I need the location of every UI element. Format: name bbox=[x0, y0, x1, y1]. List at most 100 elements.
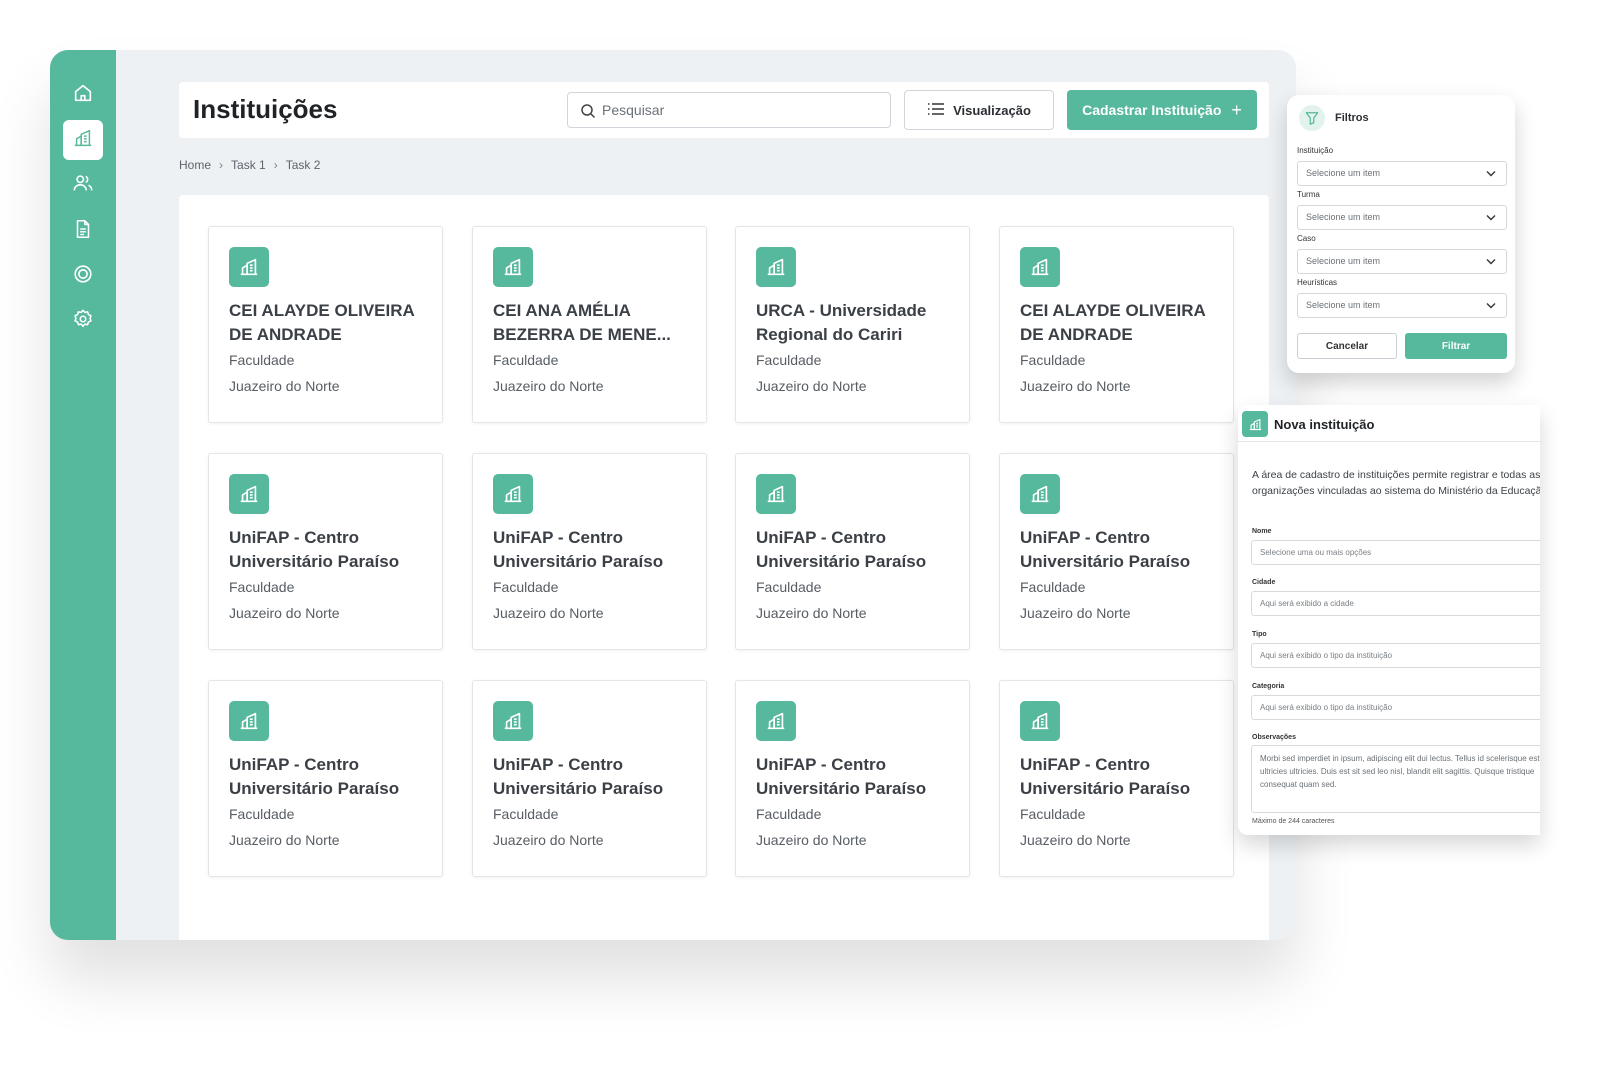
institution-name: UniFAP - Centro Universitário Paraíso bbox=[756, 528, 927, 571]
institution-type: Faculdade bbox=[756, 352, 822, 368]
type-field[interactable]: Aqui será exibido o tipo da instituição bbox=[1251, 643, 1540, 668]
new-institution-panel: Nova instituição A área de cadastro de i… bbox=[1238, 405, 1540, 835]
institution-type: Faculdade bbox=[756, 806, 822, 822]
sidebar-item-institutions[interactable] bbox=[63, 120, 103, 160]
home-icon bbox=[72, 82, 94, 109]
filter-select-value: Selecione um item bbox=[1306, 212, 1381, 222]
building-icon bbox=[229, 474, 269, 514]
search-box[interactable] bbox=[567, 92, 891, 128]
institution-name: UniFAP - Centro Universitário Paraíso bbox=[493, 755, 664, 798]
institution-type: Faculdade bbox=[229, 806, 295, 822]
breadcrumb-item-task1[interactable]: Task 1 bbox=[231, 158, 266, 172]
building-icon bbox=[1242, 411, 1268, 437]
filter-select-class[interactable]: Selecione um item bbox=[1297, 205, 1507, 230]
sidebar-item-documents[interactable] bbox=[63, 211, 103, 251]
institution-card[interactable]: URCA - Universidade Regional do Cariri Fa… bbox=[735, 226, 970, 423]
filter-header: Filtros bbox=[1299, 105, 1369, 131]
filter-label-class: Turma bbox=[1297, 190, 1320, 199]
name-field[interactable]: Selecione uma ou mais opções bbox=[1251, 540, 1540, 565]
page-title: Instituições bbox=[193, 94, 338, 124]
gear-icon bbox=[72, 308, 94, 335]
institution-type: Faculdade bbox=[229, 579, 295, 595]
institution-card[interactable]: UniFAP - Centro Universitário Paraíso Fac… bbox=[999, 680, 1234, 877]
institution-card[interactable]: UniFAP - Centro Universitário Paraíso Fac… bbox=[735, 680, 970, 877]
new-institution-header: Nova instituição bbox=[1242, 411, 1374, 437]
breadcrumb-item-task2[interactable]: Task 2 bbox=[286, 158, 321, 172]
filter-select-heuristics[interactable]: Selecione um item bbox=[1297, 293, 1507, 318]
institution-type: Faculdade bbox=[1020, 579, 1086, 595]
institution-card[interactable]: UniFAP - Centro Universitário Paraíso Fac… bbox=[735, 453, 970, 650]
chevron-down-icon bbox=[1486, 259, 1496, 265]
city-label: Cidade bbox=[1252, 579, 1276, 586]
filter-label-heuristics: Heurísticas bbox=[1297, 278, 1338, 287]
filter-cancel-button[interactable]: Cancelar bbox=[1297, 333, 1397, 359]
breadcrumb-item-home[interactable]: Home bbox=[179, 158, 211, 172]
type-label: Tipo bbox=[1252, 631, 1267, 638]
institution-type: Faculdade bbox=[229, 352, 295, 368]
chevron-down-icon bbox=[1486, 303, 1496, 309]
name-label: Nome bbox=[1252, 528, 1272, 535]
building-icon bbox=[1020, 247, 1060, 287]
view-mode-label: Visualização bbox=[953, 102, 1031, 118]
filter-icon bbox=[1299, 105, 1325, 131]
view-mode-button[interactable]: Visualização bbox=[904, 90, 1054, 130]
sidebar-item-target[interactable] bbox=[63, 256, 103, 296]
institution-city: Juazeiro do Norte bbox=[1020, 378, 1131, 394]
chevron-right-icon: › bbox=[219, 158, 224, 172]
institution-type: Faculdade bbox=[756, 579, 822, 595]
institution-card[interactable]: CEI ALAYDE OLIVEIRA DE ANDRADE Faculdade J… bbox=[999, 226, 1234, 423]
building-icon bbox=[1020, 474, 1060, 514]
search-input[interactable] bbox=[602, 93, 882, 127]
institution-card[interactable]: UniFAP - Centro Universitário Paraíso Fac… bbox=[999, 453, 1234, 650]
institution-city: Juazeiro do Norte bbox=[229, 605, 340, 621]
building-icon bbox=[493, 474, 533, 514]
filter-title: Filtros bbox=[1335, 112, 1369, 124]
document-icon bbox=[72, 218, 94, 245]
filter-label-case: Caso bbox=[1297, 234, 1316, 243]
institution-card[interactable]: UniFAP - Centro Universitário Paraíso Fac… bbox=[208, 680, 443, 877]
sidebar-item-users[interactable] bbox=[63, 165, 103, 205]
breadcrumb: Home › Task 1 › Task 2 bbox=[179, 158, 320, 172]
sidebar-item-home[interactable] bbox=[63, 75, 103, 115]
institution-name: CEI ALAYDE OLIVEIRA DE ANDRADE bbox=[1020, 301, 1206, 344]
add-institution-label: Cadastrar Instituição bbox=[1082, 102, 1222, 118]
institution-name: UniFAP - Centro Universitário Paraíso bbox=[1020, 528, 1191, 571]
filter-select-value: Selecione um item bbox=[1306, 300, 1381, 310]
institution-card[interactable]: UniFAP - Centro Universitário Paraíso Fac… bbox=[472, 453, 707, 650]
notes-char-limit: Máximo de 244 caracteres bbox=[1252, 818, 1335, 825]
institution-city: Juazeiro do Norte bbox=[756, 605, 867, 621]
institution-name: URCA - Universidade Regional do Cariri bbox=[756, 301, 927, 344]
filter-select-value: Selecione um item bbox=[1306, 256, 1381, 266]
building-icon bbox=[1020, 701, 1060, 741]
add-institution-button[interactable]: Cadastrar Instituição + bbox=[1067, 90, 1257, 130]
institution-card[interactable]: UniFAP - Centro Universitário Paraíso Fac… bbox=[208, 453, 443, 650]
building-icon bbox=[493, 247, 533, 287]
filter-select-case[interactable]: Selecione um item bbox=[1297, 249, 1507, 274]
category-label: Categoria bbox=[1252, 683, 1285, 690]
users-icon bbox=[72, 172, 94, 199]
notes-label: Observações bbox=[1252, 734, 1296, 741]
institution-card[interactable]: CEI ALAYDE OLIVEIRA DE ANDRADE Faculdade J… bbox=[208, 226, 443, 423]
institution-city: Juazeiro do Norte bbox=[493, 378, 604, 394]
institution-city: Juazeiro do Norte bbox=[229, 378, 340, 394]
filter-panel: Filtros Instituição Selecione um item Tu… bbox=[1287, 95, 1515, 373]
institution-name: UniFAP - Centro Universitário Paraíso bbox=[229, 755, 400, 798]
building-icon bbox=[756, 474, 796, 514]
institution-card[interactable]: CEI ANA AMÉLIA BEZERRA DE MENE... Faculda… bbox=[472, 226, 707, 423]
building-icon bbox=[229, 247, 269, 287]
filter-apply-button[interactable]: Filtrar bbox=[1405, 333, 1507, 359]
institution-name: CEI ALAYDE OLIVEIRA DE ANDRADE bbox=[229, 301, 415, 344]
category-field[interactable]: Aqui será exibido o tipo da instituição bbox=[1251, 695, 1540, 720]
sidebar-item-settings[interactable] bbox=[63, 301, 103, 341]
city-field[interactable]: Aqui será exibido a cidade bbox=[1251, 591, 1540, 616]
header-bar: Instituições Visualização Cadastrar Inst… bbox=[179, 82, 1269, 138]
filter-label-institution: Instituição bbox=[1297, 146, 1334, 155]
stage: Instituições Visualização Cadastrar Inst… bbox=[0, 0, 1600, 1066]
filter-select-institution[interactable]: Selecione um item bbox=[1297, 161, 1507, 186]
chevron-down-icon bbox=[1486, 171, 1496, 177]
institution-card[interactable]: UniFAP - Centro Universitário Paraíso Fac… bbox=[472, 680, 707, 877]
institution-city: Juazeiro do Norte bbox=[229, 832, 340, 848]
institution-name: UniFAP - Centro Universitário Paraíso bbox=[756, 755, 927, 798]
notes-textarea[interactable]: Morbi sed imperdiet in ipsum, adipiscing… bbox=[1251, 745, 1540, 813]
institution-type: Faculdade bbox=[493, 806, 559, 822]
